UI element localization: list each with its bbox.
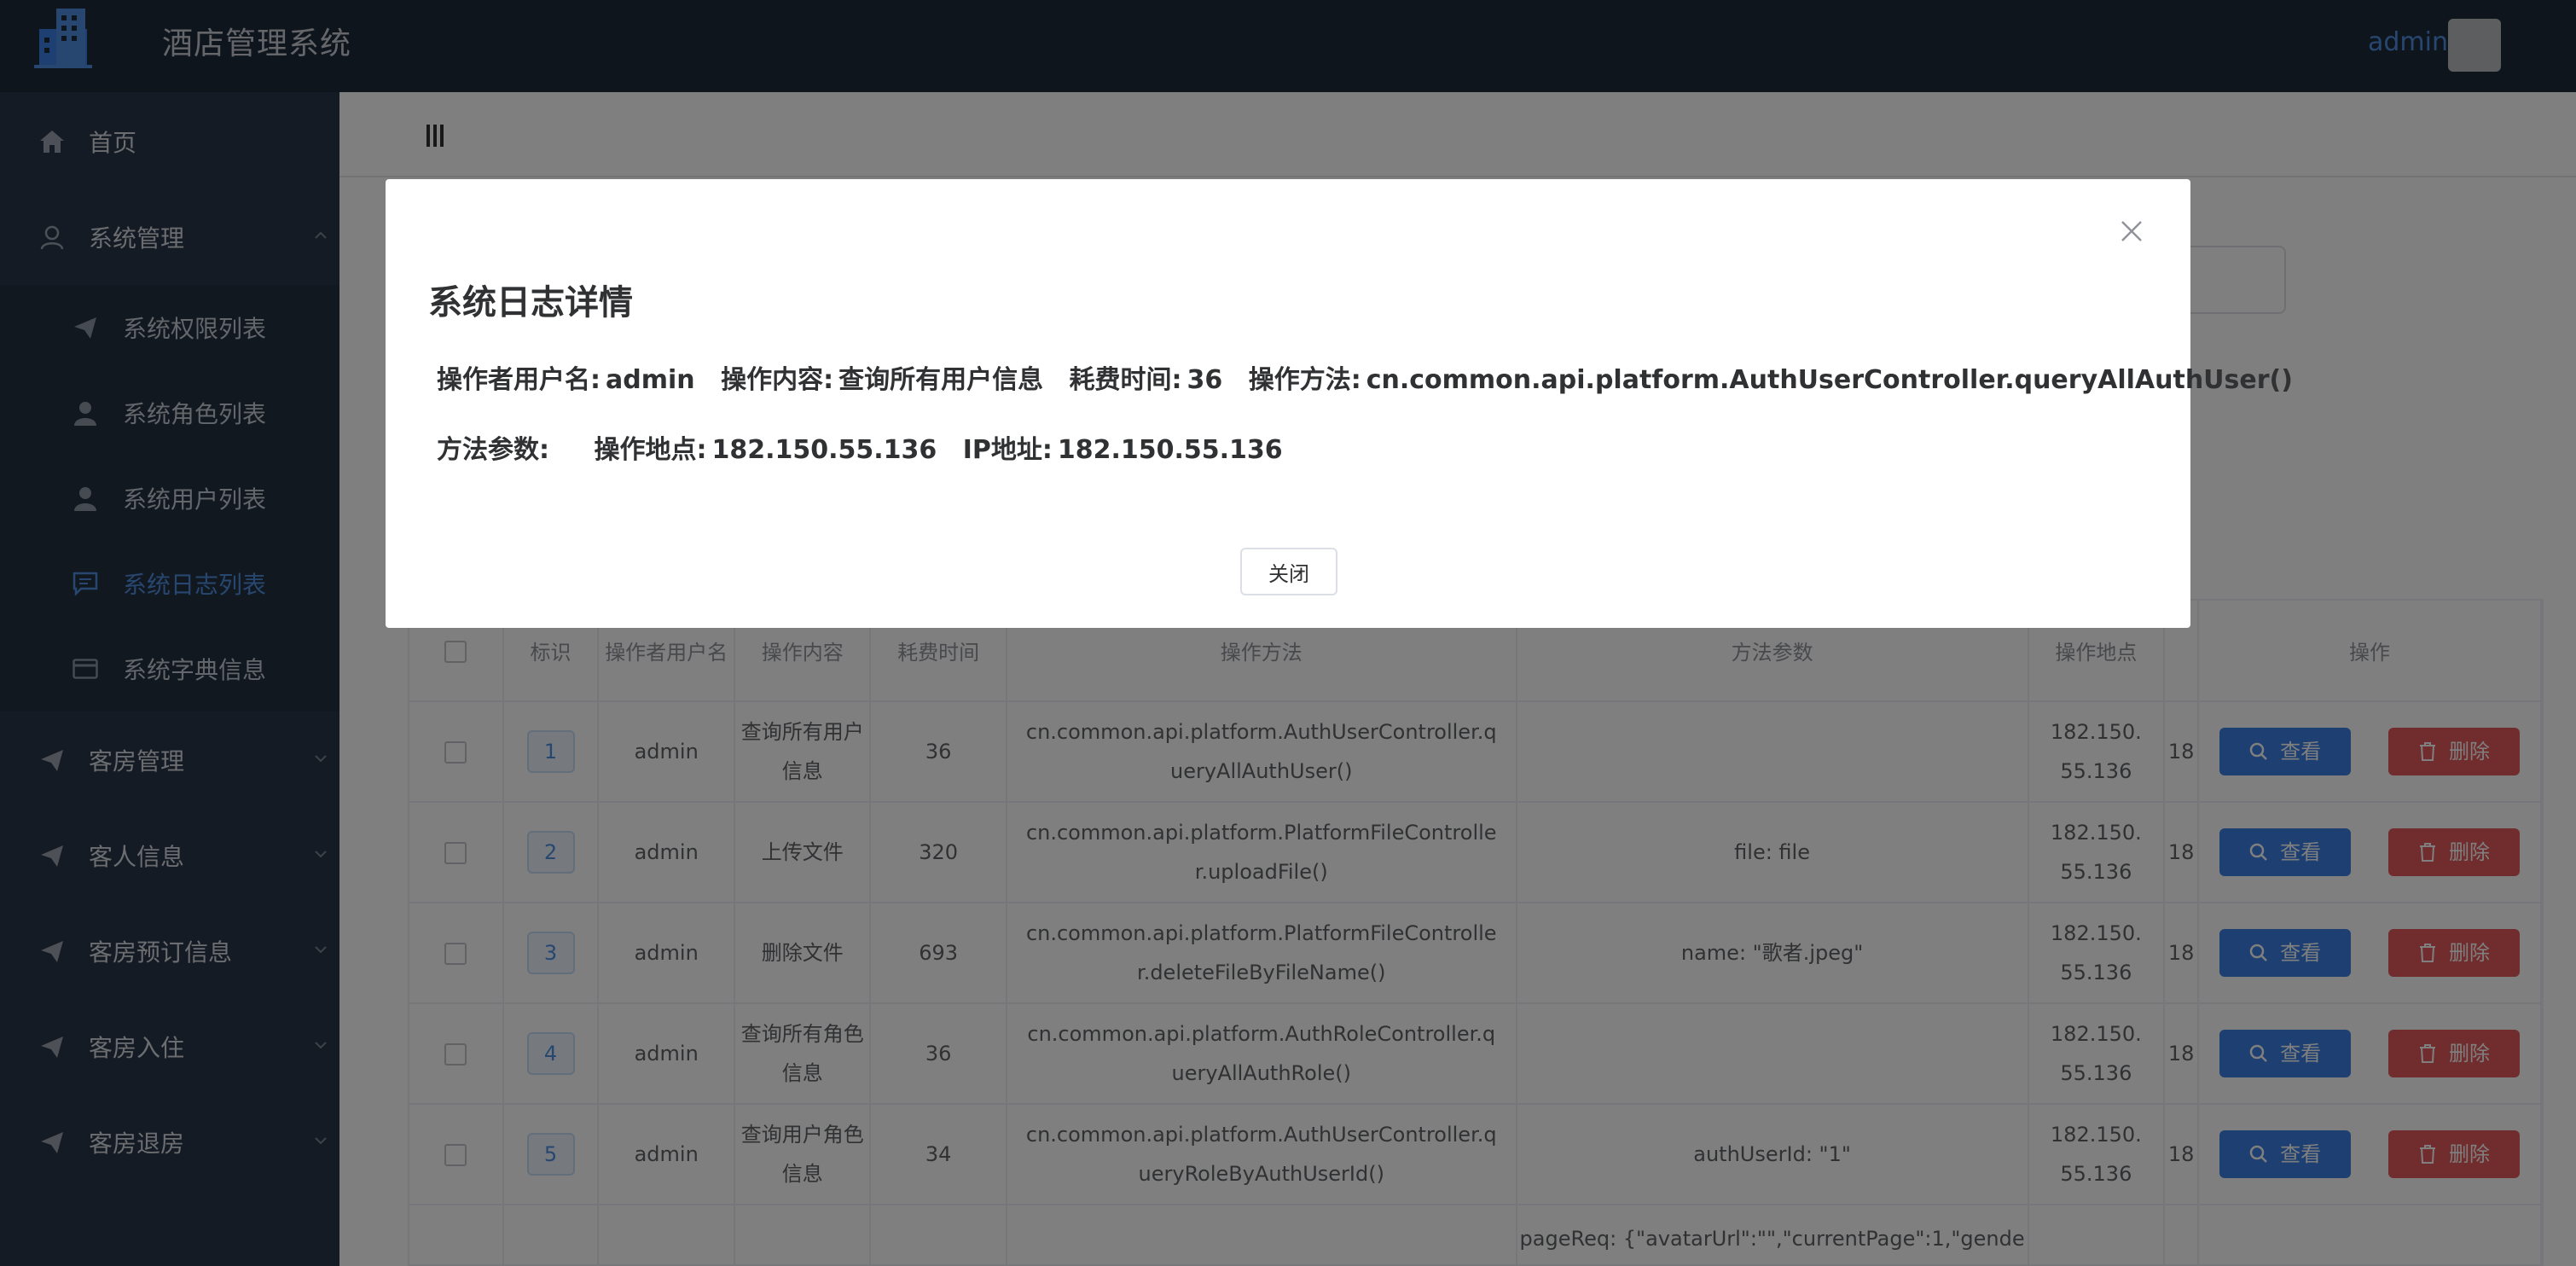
location-label: 操作地点: xyxy=(594,435,707,465)
username-value: admin xyxy=(606,365,695,395)
time-value: 36 xyxy=(1186,365,1223,395)
method-value: cn.common.api.platform.AuthUserControlle… xyxy=(1366,365,2293,395)
ip-value: 182.150.55.136 xyxy=(1057,435,1283,465)
method-label: 操作方法: xyxy=(1248,365,1361,395)
params-label: 方法参数: xyxy=(437,435,549,465)
detail-line-1: 操作者用户名: admin 操作内容: 查询所有用户信息 耗费时间: 36 操作方法:… xyxy=(437,358,2310,396)
time-label: 耗费时间: xyxy=(1069,365,1182,395)
detail-line-2: 方法参数: 操作地点: 182.150.55.136 IP地址: 182.150.5… xyxy=(437,428,1300,466)
close-icon[interactable] xyxy=(2115,215,2148,247)
content-label: 操作内容: xyxy=(721,365,834,395)
dialog-title: 系统日志详情 xyxy=(428,283,633,322)
log-detail-dialog: 系统日志详情 操作者用户名: admin 操作内容: 查询所有用户信息 耗费时间: 3… xyxy=(386,179,2293,628)
content-value: 查询所有用户信息 xyxy=(838,365,1044,395)
location-value: 182.150.55.136 xyxy=(711,435,937,465)
close-button[interactable]: 关闭 xyxy=(1240,548,1337,595)
ip-label: IP地址: xyxy=(962,435,1053,465)
username-label: 操作者用户名: xyxy=(437,365,600,395)
